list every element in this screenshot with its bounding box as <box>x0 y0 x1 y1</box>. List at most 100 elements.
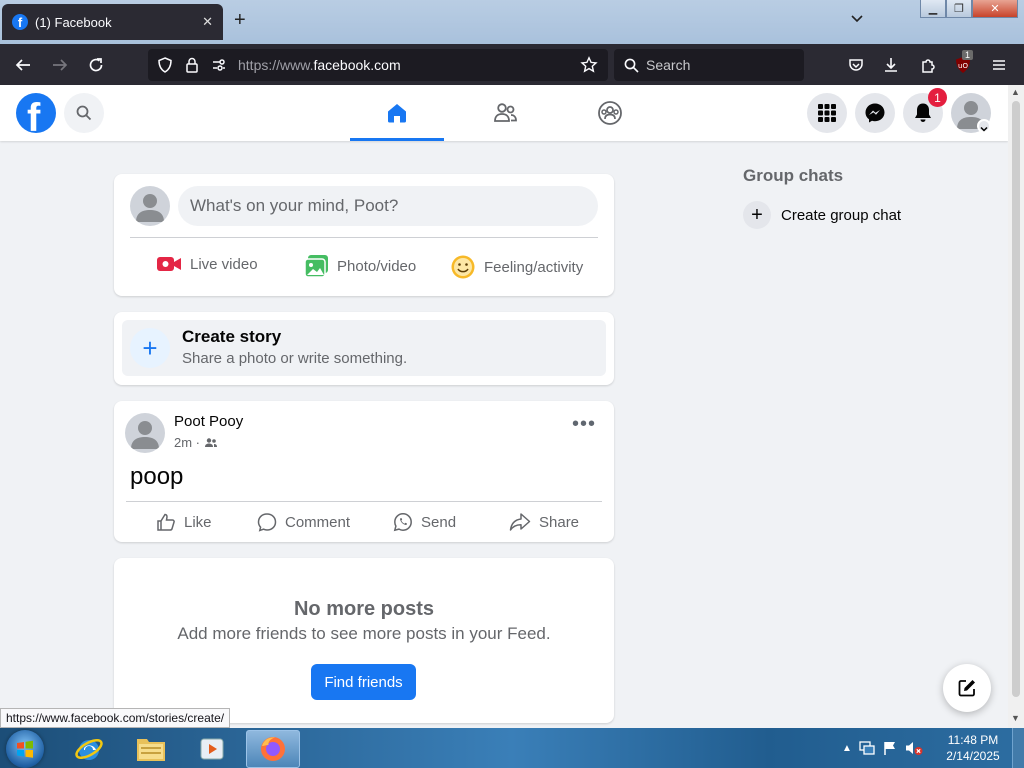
back-button[interactable] <box>10 52 36 78</box>
taskbar-media-player[interactable] <box>185 730 239 768</box>
default-avatar-icon <box>136 194 164 222</box>
group-chats-heading: Group chats <box>743 166 844 185</box>
taskbar-internet-explorer[interactable] <box>62 730 116 768</box>
internet-explorer-icon <box>75 739 103 760</box>
reload-button[interactable] <box>83 52 109 78</box>
scroll-down-arrow-icon[interactable]: ▼ <box>1011 713 1020 723</box>
url-bar[interactable]: https://www.facebook.com <box>148 49 608 81</box>
list-all-tabs-icon[interactable] <box>850 12 864 26</box>
photo-video-button[interactable]: Photo/video <box>304 254 416 278</box>
forward-button[interactable] <box>47 52 73 78</box>
send-whatsapp-button[interactable]: Send <box>393 512 456 532</box>
create-group-chat-button[interactable]: + Create group chat <box>743 201 901 229</box>
page-scrollbar[interactable]: ▲ ▼ <box>1008 85 1024 728</box>
messenger-button[interactable] <box>855 93 895 133</box>
no-more-posts-subtitle: Add more friends to see more posts in yo… <box>177 624 551 643</box>
thumbs-up-icon <box>157 513 175 531</box>
url-text[interactable]: https://www.facebook.com <box>238 57 401 73</box>
post-actions-divider <box>126 501 602 502</box>
pocket-button[interactable] <box>843 52 869 78</box>
post-author-avatar[interactable] <box>125 413 165 453</box>
default-avatar-icon <box>131 421 159 449</box>
ublock-extension-button[interactable]: uO 1 <box>950 50 976 78</box>
start-button[interactable] <box>6 730 44 768</box>
search-icon <box>624 58 639 73</box>
tab-home[interactable] <box>350 85 444 141</box>
create-story-card[interactable]: + Create story Share a photo or write so… <box>114 312 614 385</box>
smiley-icon <box>451 255 475 279</box>
system-tray: ▲ <box>842 732 924 764</box>
search-placeholder: Search <box>646 57 691 73</box>
extension-badge: 1 <box>962 50 974 60</box>
like-label: Like <box>184 513 212 531</box>
taskbar-firefox[interactable] <box>246 730 300 768</box>
composer-divider <box>130 237 598 238</box>
feeling-activity-button[interactable]: Feeling/activity <box>450 254 583 280</box>
network-icon[interactable] <box>858 740 876 756</box>
whatsapp-icon <box>393 513 412 532</box>
show-hidden-icons-chevron-icon[interactable]: ▲ <box>842 743 852 754</box>
minimize-window-button[interactable]: ▁ <box>920 0 946 18</box>
taskbar-clock[interactable]: 11:48 PM 2/14/2025 <box>938 732 1008 764</box>
tab-title: (1) Facebook <box>35 14 112 30</box>
volume-muted-icon[interactable] <box>904 740 924 756</box>
composer-avatar[interactable] <box>130 186 170 226</box>
browser-search-bar[interactable]: Search <box>614 49 804 81</box>
chevron-down-icon <box>980 126 988 132</box>
live-video-button[interactable]: Live video <box>156 254 258 274</box>
post-timestamp[interactable]: 2m · <box>174 435 218 450</box>
share-label: Share <box>539 513 580 531</box>
close-window-button[interactable]: ✕ <box>972 0 1018 18</box>
facebook-search-button[interactable] <box>64 93 104 133</box>
permissions-icon[interactable] <box>210 56 228 74</box>
find-friends-button[interactable]: Find friends <box>311 664 416 700</box>
friends-audience-icon <box>205 437 217 447</box>
messenger-icon <box>865 103 885 123</box>
clock-date: 2/14/2025 <box>946 749 1000 763</box>
grid-menu-icon <box>818 104 836 122</box>
tab-groups[interactable] <box>563 85 657 141</box>
create-story-title: Create story <box>182 327 282 346</box>
post-time-text: 2m · <box>174 435 200 450</box>
action-center-flag-icon[interactable] <box>882 740 898 756</box>
firefox-icon <box>261 737 285 761</box>
show-desktop-button[interactable] <box>1012 728 1024 768</box>
comment-button[interactable]: Comment <box>257 512 350 532</box>
post-options-more-icon[interactable]: ••• <box>572 414 596 434</box>
facebook-logo[interactable]: f <box>16 93 56 133</box>
scroll-up-arrow-icon[interactable]: ▲ <box>1011 87 1020 97</box>
friends-icon <box>494 103 517 122</box>
bookmark-star-icon[interactable] <box>580 56 598 74</box>
plus-icon: + <box>130 328 170 368</box>
feeling-activity-label: Feeling/activity <box>484 258 584 276</box>
new-tab-button[interactable]: + <box>234 10 246 30</box>
account-dropdown-chevron[interactable] <box>977 119 991 133</box>
create-story-row[interactable]: + Create story Share a photo or write so… <box>122 320 606 376</box>
comment-label: Comment <box>285 513 351 531</box>
menu-grid-button[interactable] <box>807 93 847 133</box>
post-author-name[interactable]: Poot Pooy <box>174 413 243 430</box>
app-menu-button[interactable] <box>986 52 1012 78</box>
new-message-button[interactable] <box>943 664 991 712</box>
send-label: Send <box>421 513 457 531</box>
photo-video-icon <box>304 255 328 278</box>
close-tab-icon[interactable]: ✕ <box>202 14 213 30</box>
scrollbar-thumb[interactable] <box>1012 101 1020 697</box>
feed-post: Poot Pooy 2m · ••• poop Like Comment Sen… <box>114 401 614 542</box>
like-button[interactable]: Like <box>156 512 212 532</box>
post-composer-card: What's on your mind, Poot? Live video Ph… <box>114 174 614 296</box>
maximize-window-button[interactable]: ❐ <box>946 0 972 18</box>
notification-count-badge: 1 <box>928 88 947 107</box>
downloads-button[interactable] <box>878 52 904 78</box>
whats-on-your-mind-input[interactable]: What's on your mind, Poot? <box>178 186 598 226</box>
extensions-button[interactable] <box>915 52 941 78</box>
browser-tab-facebook[interactable]: f (1) Facebook ✕ <box>2 4 223 40</box>
live-video-icon <box>157 257 181 271</box>
tracking-protection-shield-icon[interactable] <box>156 56 174 74</box>
lock-icon[interactable] <box>183 56 201 74</box>
svg-text:uO: uO <box>958 62 968 70</box>
taskbar-file-explorer[interactable] <box>124 730 178 768</box>
tab-friends[interactable] <box>458 85 552 141</box>
link-status-bar: https://www.facebook.com/stories/create/ <box>0 708 231 728</box>
share-button[interactable]: Share <box>509 512 579 532</box>
